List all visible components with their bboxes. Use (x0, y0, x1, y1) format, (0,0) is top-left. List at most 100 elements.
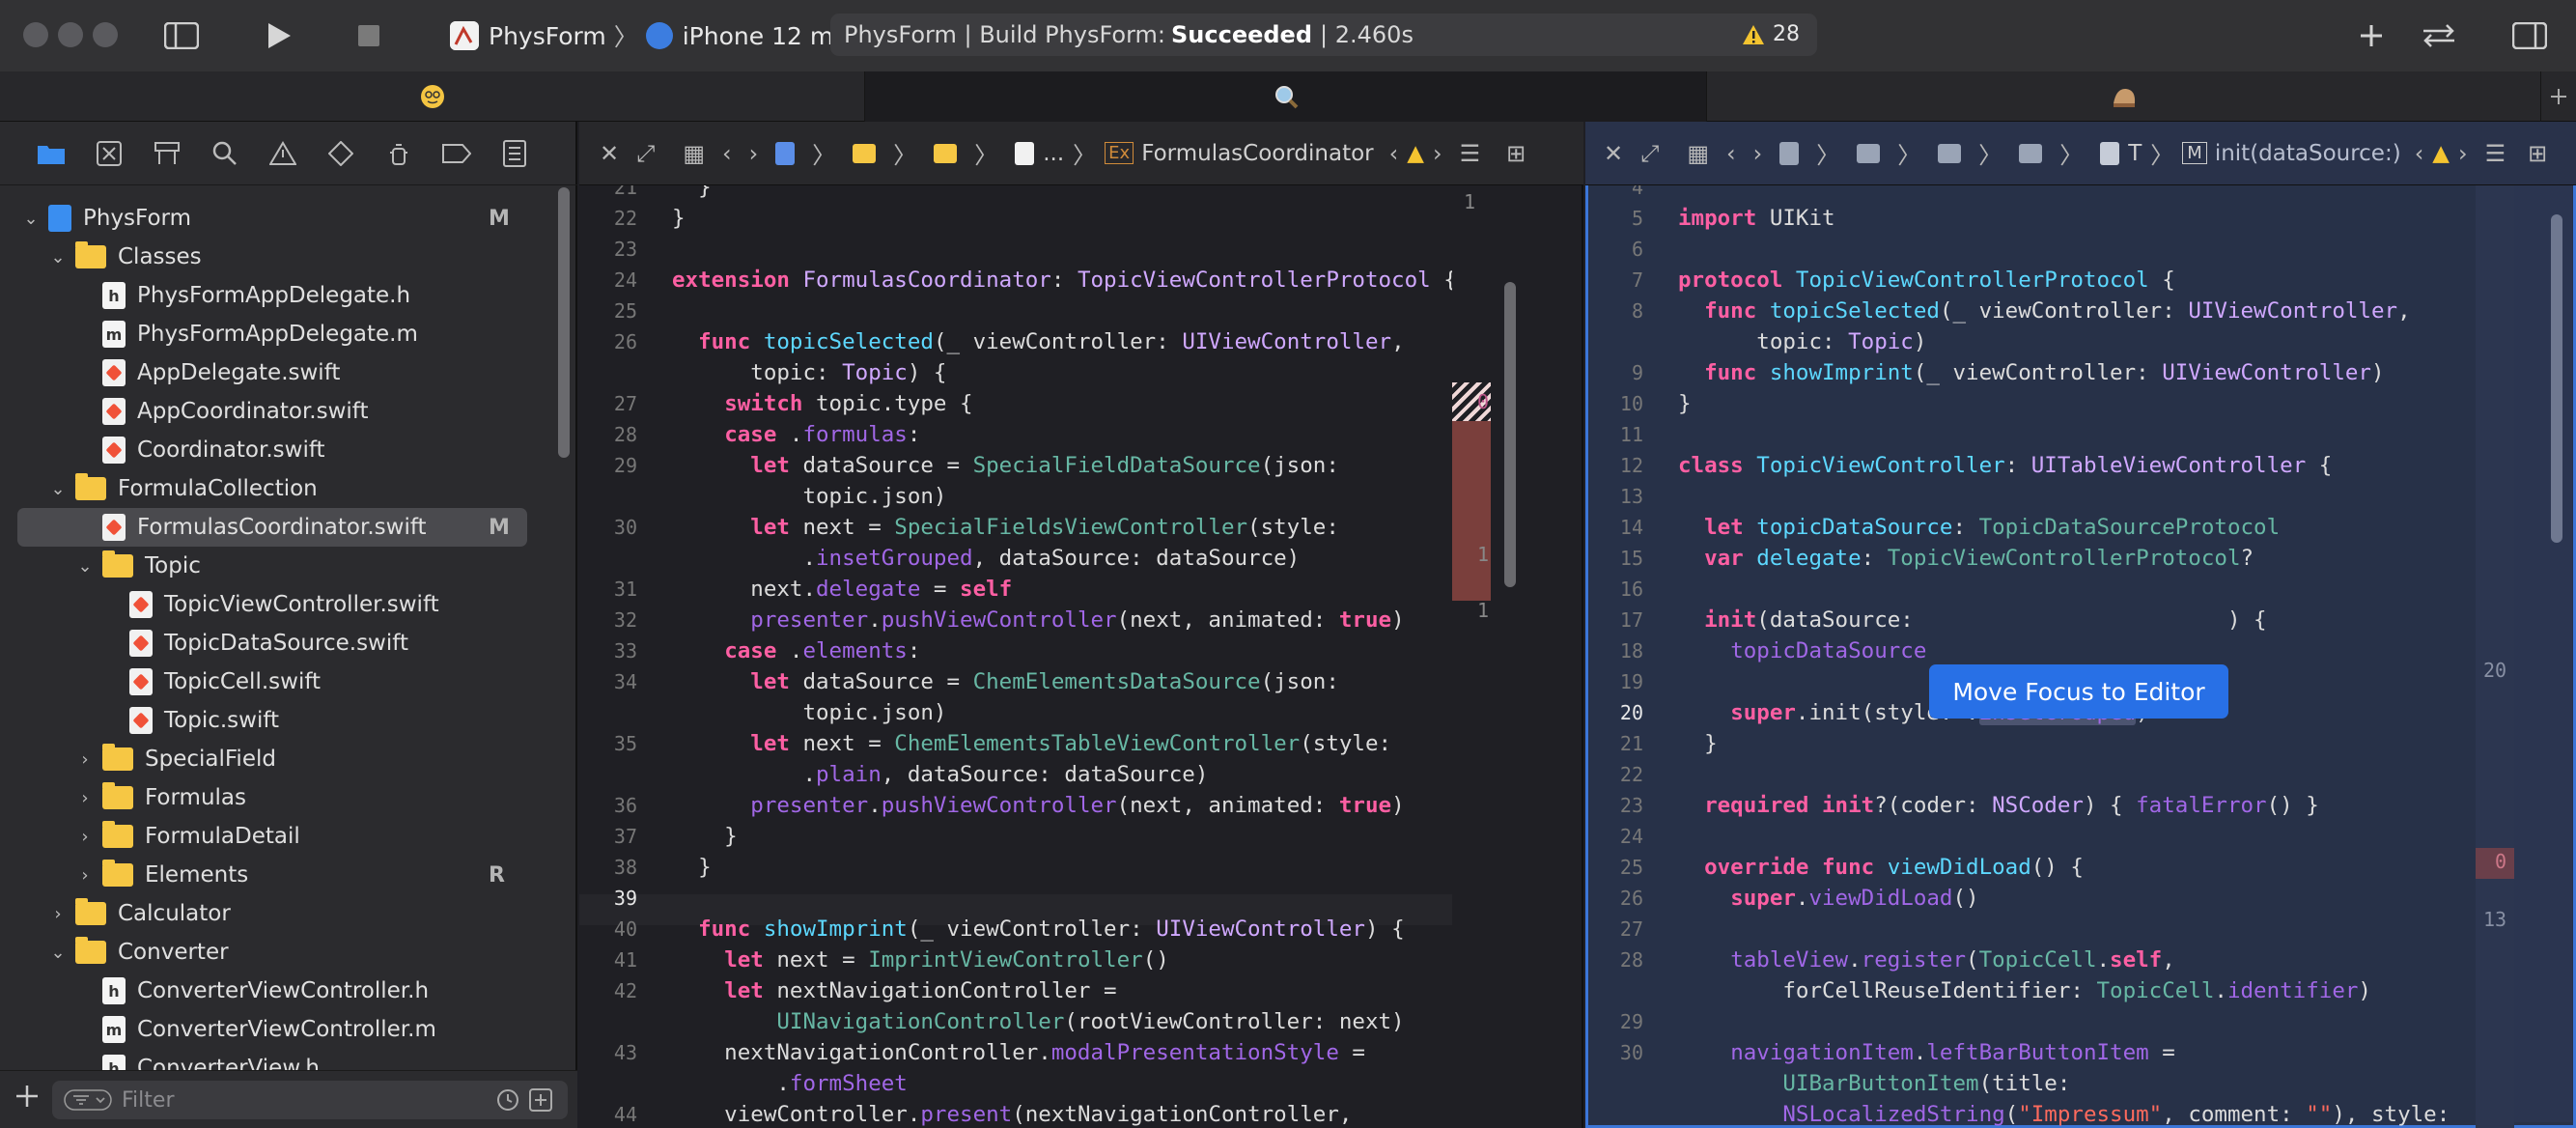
breakpoint-tag-icon[interactable] (442, 139, 471, 168)
editor-scrollbar[interactable] (1504, 282, 1516, 587)
next-issue-chevron-icon[interactable]: › (2458, 140, 2468, 167)
filter-options-icon[interactable] (64, 1089, 112, 1111)
disclosure-chevron-icon[interactable]: › (46, 904, 70, 924)
expand-editor-icon[interactable]: ⤢ (1640, 140, 1659, 167)
left-code-text[interactable]: } } extension FormulasCoordinator: Topic… (672, 185, 1452, 1128)
file-tree-item[interactable]: ⌄ Topic (0, 547, 560, 585)
file-tree-item[interactable]: m ConverterViewController.m (0, 1010, 560, 1049)
swift-file-icon[interactable] (1015, 141, 1035, 165)
report-icon[interactable] (500, 139, 529, 168)
file-tree-item[interactable]: TopicDataSource.swift (0, 624, 560, 663)
issue-warning-icon[interactable] (268, 139, 297, 168)
warning-triangle-icon[interactable]: ▲ (1407, 141, 1424, 166)
source-control-icon[interactable] (95, 139, 124, 168)
new-tab-button[interactable] (2541, 71, 2576, 122)
disclosure-chevron-icon[interactable]: ⌄ (46, 943, 70, 963)
forward-chevron-icon[interactable]: › (749, 140, 759, 167)
file-tree-item[interactable]: h PhysFormAppDelegate.h (0, 276, 560, 315)
file-tree-item[interactable]: Coordinator.swift (0, 431, 560, 469)
code-review-icon[interactable] (2420, 17, 2458, 54)
path-folder-icon[interactable] (853, 143, 877, 163)
test-diamond-icon[interactable] (326, 139, 355, 168)
scheme-selector[interactable]: PhysForm 〉 iPhone 12 mini (450, 17, 862, 54)
filter-field[interactable]: Filter (52, 1081, 568, 1119)
right-code-area[interactable]: 4 5 6 7 8 9 10 11 12 13 14 15 16 17 18 19 20 21 22 23 24 25 26… (1585, 185, 2476, 1128)
disclosure-chevron-icon[interactable]: ⌄ (46, 479, 70, 499)
next-issue-chevron-icon[interactable]: › (1433, 140, 1442, 167)
file-tree-item[interactable]: ⌄ FormulaCollection (0, 469, 560, 508)
forward-chevron-icon[interactable]: › (1753, 140, 1763, 167)
file-tree-item[interactable]: › Formulas (0, 778, 560, 817)
folder-icon[interactable] (37, 139, 66, 168)
project-file-icon[interactable] (775, 141, 796, 165)
warning-badge[interactable]: 28 (1742, 22, 1800, 46)
editor-scrollbar[interactable] (2551, 214, 2562, 543)
file-tree-item[interactable]: Topic.swift (0, 701, 560, 740)
path-folder-icon[interactable] (1938, 143, 1962, 163)
back-chevron-icon[interactable]: ‹ (1726, 140, 1736, 167)
file-tree-item[interactable]: TopicViewController.swift (0, 585, 560, 624)
stop-icon[interactable] (350, 17, 388, 54)
tab-2[interactable] (865, 71, 1707, 122)
editor-options-icon[interactable]: ☰ (1460, 140, 1481, 167)
sidebar-toggle-icon[interactable] (162, 17, 201, 54)
zoom-window-button[interactable] (93, 22, 118, 47)
secondary-code-editor[interactable]: ✕ ⤢ ▦ ‹ › 〉 〉 〉 〉 T 〉 M init(dataSource:… (1585, 122, 2576, 1128)
symbol-navigator-icon[interactable] (153, 139, 182, 168)
add-icon[interactable] (2352, 17, 2391, 54)
file-tree-item[interactable]: AppCoordinator.swift (0, 392, 560, 431)
disclosure-chevron-icon[interactable]: › (73, 749, 97, 770)
file-tree-item[interactable]: FormulasCoordinator.swift M (17, 508, 527, 547)
path-truncated-file[interactable]: T (2128, 141, 2142, 166)
disclosure-chevron-icon[interactable]: › (73, 827, 97, 847)
recent-files-clock-icon[interactable] (496, 1088, 519, 1112)
current-symbol[interactable]: FormulasCoordinator (1141, 141, 1373, 166)
file-tree-item[interactable]: ⌄ Converter (0, 933, 560, 972)
close-editor-icon[interactable]: ✕ (600, 140, 619, 167)
run-play-icon[interactable] (259, 17, 297, 54)
swift-file-icon[interactable] (2100, 141, 2120, 165)
split-editor-icon[interactable]: ⊞ (1506, 140, 1526, 167)
add-file-icon[interactable] (14, 1083, 41, 1110)
related-items-grid-icon[interactable]: ▦ (1687, 140, 1709, 167)
close-window-button[interactable] (23, 22, 48, 47)
disclosure-chevron-icon[interactable]: › (73, 865, 97, 886)
disclosure-chevron-icon[interactable]: ⌄ (19, 209, 42, 229)
disclosure-chevron-icon[interactable]: ⌄ (46, 247, 70, 268)
left-code-area[interactable]: 21 22 23 24 25 26 27 28 29 30 31 32 33 34 35 36 37 38 39 40… (579, 185, 1452, 1128)
path-folder-icon[interactable] (1857, 143, 1881, 163)
right-code-text[interactable]: import UIKit protocol TopicViewControlle… (1678, 185, 2450, 1128)
source-control-filter-icon[interactable] (529, 1088, 552, 1112)
navigator-scrollbar[interactable] (558, 187, 570, 458)
editor-options-icon[interactable]: ☰ (2485, 140, 2506, 167)
path-folder-icon[interactable] (2019, 143, 2043, 163)
inspector-toggle-icon[interactable] (2510, 17, 2549, 54)
file-tree-item[interactable]: TopicCell.swift (0, 663, 560, 701)
file-tree-item[interactable]: › Calculator (0, 894, 560, 933)
disclosure-chevron-icon[interactable]: › (73, 788, 97, 808)
file-tree-item[interactable]: ⌄ PhysForm M (0, 199, 560, 238)
tab-1[interactable] (0, 71, 865, 122)
file-tree-item[interactable]: › FormulaDetail (0, 817, 560, 856)
prev-issue-chevron-icon[interactable]: ‹ (2415, 140, 2424, 167)
path-folder-icon[interactable] (934, 143, 958, 163)
prev-issue-chevron-icon[interactable]: ‹ (1389, 140, 1399, 167)
back-chevron-icon[interactable]: ‹ (722, 140, 732, 167)
disclosure-chevron-icon[interactable]: ⌄ (73, 556, 97, 577)
related-items-grid-icon[interactable]: ▦ (683, 140, 705, 167)
file-tree-item[interactable]: h ConverterViewController.h (0, 972, 560, 1010)
file-tree-item[interactable]: › SpecialField (0, 740, 560, 778)
file-tree-item[interactable]: m PhysFormAppDelegate.m (0, 315, 560, 353)
split-editor-icon[interactable]: ⊞ (2528, 140, 2547, 167)
current-symbol[interactable]: init(dataSource:) (2215, 141, 2401, 166)
path-ellipsis[interactable]: ... (1043, 141, 1064, 166)
minimize-window-button[interactable] (58, 22, 83, 47)
primary-code-editor[interactable]: ✕ ⤢ ▦ ‹ › 〉 〉 〉 ... 〉 Ex FormulasCoordin… (579, 122, 1583, 1128)
close-editor-icon[interactable]: ✕ (1604, 140, 1623, 167)
file-tree-item[interactable]: ⌄ Classes (0, 238, 560, 276)
project-file-icon[interactable] (1779, 141, 1800, 165)
file-tree-item[interactable]: AppDelegate.swift (0, 353, 560, 392)
expand-editor-icon[interactable]: ⤢ (636, 140, 655, 167)
warning-triangle-icon[interactable]: ▲ (2432, 141, 2450, 166)
file-tree-item[interactable]: › Elements R (0, 856, 560, 894)
